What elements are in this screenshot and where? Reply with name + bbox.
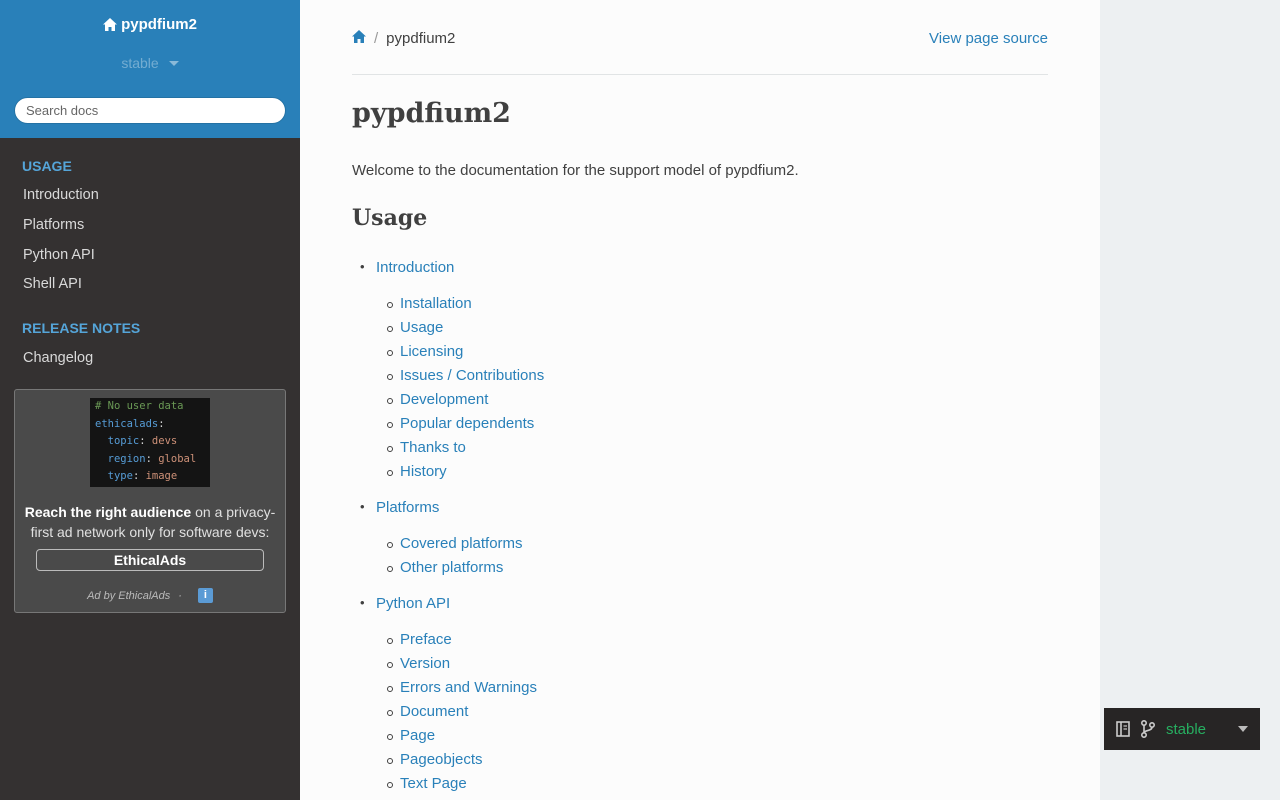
ad-code-key: region (95, 452, 146, 465)
project-home-link[interactable]: pypdfium2 (0, 16, 300, 33)
toc-subitem[interactable]: Other platforms (386, 559, 503, 576)
ad-text[interactable]: Reach the right audience on a privacy-fi… (23, 502, 277, 542)
ad-by-link[interactable]: Ad by EthicalAds (87, 590, 170, 602)
flyout-version-label: stable (1166, 720, 1207, 738)
sidebar-header: pypdfium2 stable (0, 0, 300, 138)
chevron-down-icon (168, 60, 179, 66)
toc-subitem[interactable]: Covered platforms (387, 535, 523, 552)
breadcrumb: / pypdfium2 (352, 30, 455, 47)
version-label: stable (121, 55, 159, 71)
toc-subitem[interactable]: Thanks to (387, 439, 466, 456)
toc-subitem[interactable]: Version (386, 655, 450, 672)
ad-code-punct: : (132, 470, 146, 482)
chevron-down-icon (1238, 726, 1248, 732)
ad-separator: · (178, 589, 182, 602)
breadcrumb-home-icon[interactable] (352, 30, 366, 47)
breadcrumb-separator: / (374, 30, 379, 47)
usage-heading: Usage (352, 205, 428, 231)
ad-code-key: ethicalads (95, 417, 159, 430)
toc-subitem[interactable]: Usage (386, 319, 443, 336)
ad-text-bold: Reach the right audience (24, 504, 192, 520)
search-input[interactable] (14, 97, 286, 124)
sidebar: pypdfium2 stable USAGE Introduction Plat… (0, 0, 300, 800)
main-content: / pypdfium2 View page source pypdfium2 W… (300, 0, 1100, 800)
ad-code-punct: : (139, 435, 152, 447)
git-branch-icon (1140, 720, 1156, 738)
toc-subitem[interactable]: Page (386, 727, 435, 744)
nav-caption-release-notes: RELEASE NOTES (22, 320, 141, 336)
ad-code-punct: : (158, 417, 165, 430)
toc-subitem[interactable]: Pageobjects (387, 751, 483, 768)
ad-code-value: devs (151, 435, 178, 447)
breadcrumb-current: pypdfium2 (386, 30, 456, 47)
ad-code-value: global (158, 452, 197, 465)
ad-code-value: image (145, 470, 178, 482)
toc-subitem[interactable]: Popular dependents (386, 415, 534, 432)
toc-subitem[interactable]: Installation (387, 295, 472, 312)
intro-paragraph: Welcome to the documentation for the sup… (352, 162, 799, 179)
sidebar-item-python-api[interactable]: Python API (23, 247, 95, 263)
sidebar-item-changelog[interactable]: Changelog (23, 350, 93, 366)
toc-subitem[interactable]: Errors and Warnings (387, 679, 537, 696)
nav-caption-usage: USAGE (22, 158, 72, 174)
toc-subitem[interactable]: Licensing (386, 343, 463, 360)
toc-item[interactable]: Python API (360, 595, 450, 612)
toc-subitem[interactable]: Development (386, 391, 488, 408)
toc-subitem[interactable]: Text Page (387, 775, 467, 792)
sidebar-item-introduction[interactable]: Introduction (23, 187, 99, 203)
ad-attribution: Ad by EthicalAds · i (15, 588, 285, 603)
book-icon (1116, 721, 1130, 737)
header-divider (352, 74, 1048, 75)
toc-item[interactable]: Platforms (360, 499, 439, 516)
ad-image[interactable]: # No user data ethicalads: topic: devs r… (90, 398, 210, 487)
page-title: pypdfium2 (352, 98, 511, 129)
sidebar-item-platforms[interactable]: Platforms (23, 217, 84, 233)
sidebar-item-shell-api[interactable]: Shell API (23, 276, 82, 292)
toc-item[interactable]: Introduction (360, 259, 454, 276)
info-icon[interactable]: i (197, 588, 213, 603)
home-icon (103, 18, 118, 31)
project-title: pypdfium2 (121, 16, 197, 33)
ad-code-punct: : (145, 452, 159, 465)
ad-code-key: type (95, 470, 133, 482)
view-page-source-link[interactable]: View page source (929, 30, 1048, 47)
version-selector[interactable]: stable (0, 55, 300, 71)
version-flyout[interactable]: stable (1104, 708, 1260, 750)
toc-subitem[interactable]: Preface (387, 631, 452, 648)
ad-code-key: topic (95, 435, 140, 447)
toc-subitem[interactable]: History (387, 463, 447, 480)
ad-cta-button[interactable]: EthicalAds (36, 549, 264, 571)
ad-code-line: # No user data (95, 400, 184, 412)
ethicalads-ad: # No user data ethicalads: topic: devs r… (14, 389, 286, 613)
toc-subitem[interactable]: Issues / Contributions (386, 367, 544, 384)
toc-subitem[interactable]: Document (386, 703, 468, 720)
